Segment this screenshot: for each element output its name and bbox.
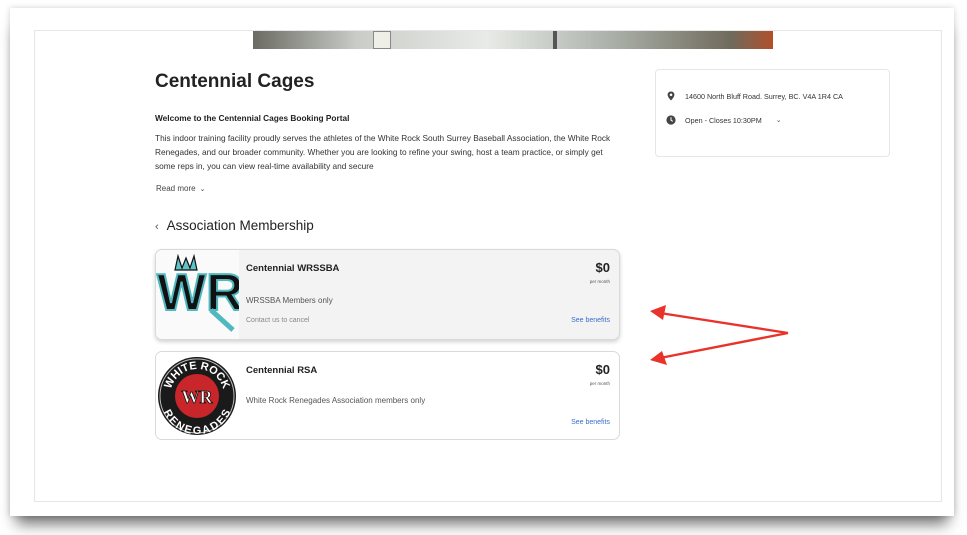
wrssba-logo: WR [156, 250, 245, 339]
section-heading: ‹ Association Membership [155, 218, 314, 233]
read-more-button[interactable]: Read more ⌄ [156, 184, 205, 193]
section-title: Association Membership [166, 218, 314, 233]
membership-price: $0 [595, 260, 610, 275]
hero-door [373, 31, 391, 49]
membership-card-rsa[interactable]: WHITE ROCK RENEGADES WR Centennial RSA $… [155, 351, 620, 440]
wr-logo-letters: WR [157, 264, 239, 322]
cancel-note: Contact us to cancel [246, 317, 310, 324]
membership-name: Centennial RSA [246, 365, 318, 376]
clock-icon [666, 115, 676, 125]
see-benefits-link[interactable]: See benefits [571, 317, 610, 324]
price-period: per month [589, 279, 610, 284]
map-pin-icon [666, 91, 676, 101]
address-row: 14600 North Bluff Road. Surrey, BC. V4A … [666, 91, 843, 101]
membership-price: $0 [595, 362, 610, 377]
chevron-down-icon: ⌄ [199, 186, 206, 193]
price-period: per month [589, 381, 610, 386]
membership-name: Centennial WRSSBA [246, 263, 340, 274]
hours-text: Open - Closes 10:30PM [685, 115, 762, 125]
renegades-logo-center-text: WR [182, 387, 214, 407]
membership-eligibility: WRSSBA Members only [246, 296, 333, 305]
membership-card-wrssba[interactable]: WR Centennial WRSSBA $0 per month WRSSBA… [155, 249, 620, 340]
hours-row[interactable]: Open - Closes 10:30PM ⌄ [666, 115, 782, 125]
welcome-heading: Welcome to the Centennial Cages Booking … [155, 113, 350, 123]
location-info-panel: 14600 North Bluff Road. Surrey, BC. V4A … [655, 69, 890, 157]
see-benefits-link[interactable]: See benefits [571, 419, 610, 426]
chevron-down-icon[interactable]: ⌄ [776, 116, 782, 124]
hero-pipe [553, 31, 557, 49]
booking-page: Centennial Cages Welcome to the Centenni… [34, 30, 942, 502]
membership-eligibility: White Rock Renegades Association members… [246, 396, 426, 405]
address-text: 14600 North Bluff Road. Surrey, BC. V4A … [685, 91, 843, 101]
renegades-logo: WHITE ROCK RENEGADES WR [156, 352, 239, 439]
screenshot-frame: Centennial Cages Welcome to the Centenni… [10, 8, 954, 516]
facility-hero-image [253, 31, 773, 49]
page-title: Centennial Cages [155, 71, 315, 92]
facility-description: This indoor training facility proudly se… [155, 133, 611, 171]
read-more-label: Read more [156, 184, 196, 193]
chevron-left-icon[interactable]: ‹ [155, 221, 159, 233]
